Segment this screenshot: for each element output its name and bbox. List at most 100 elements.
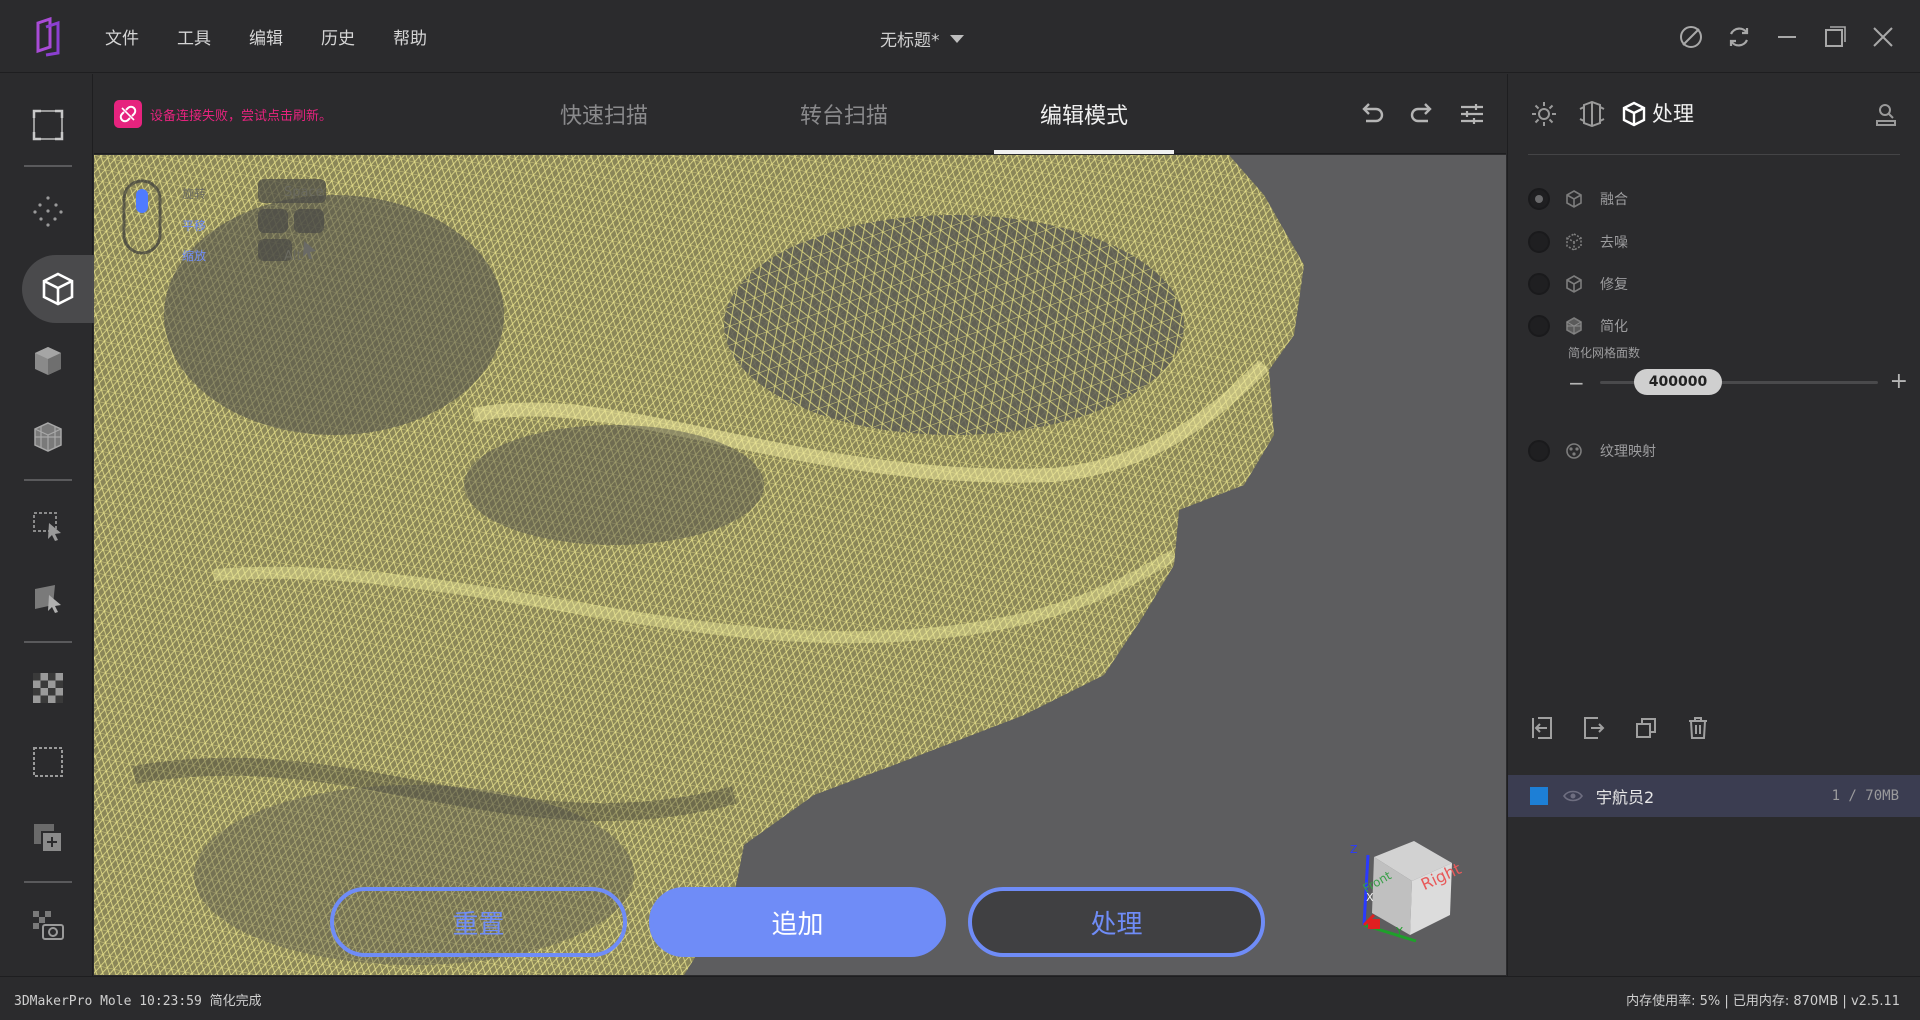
right-panel: 处理 融合 去噪 修复 简化 简化网格面数 − 400000 + 纹理映射 宇航… <box>1507 74 1920 976</box>
redo-icon[interactable] <box>1406 98 1438 130</box>
import-icon[interactable] <box>1528 714 1556 742</box>
box-select-icon[interactable] <box>24 502 72 550</box>
step-texture-mapping[interactable]: 纹理映射 <box>1528 436 1656 466</box>
crop-region-icon[interactable] <box>24 738 72 786</box>
left-toolbar <box>0 74 94 976</box>
export-file-icon[interactable] <box>1580 714 1608 742</box>
viewport-header: 设备连接失败，尝试点击刷新。 快速扫描 转台扫描 编辑模式 <box>94 74 1506 154</box>
step-texture-label: 纹理映射 <box>1600 444 1656 460</box>
hint-rotate: 旋转 <box>182 187 207 201</box>
fit-view-icon[interactable] <box>24 101 72 149</box>
fusion-cube-icon <box>1562 187 1586 211</box>
status-bar: 3DMakerPro Mole 10:23:59 简化完成 内存使用率: 5% … <box>0 976 1920 1020</box>
menu-edit[interactable]: 编辑 <box>230 24 302 49</box>
reset-button[interactable]: 重置 <box>330 887 627 957</box>
menu-bar: 文件 工具 编辑 历史 帮助 <box>86 24 446 49</box>
tab-turntable-scan[interactable]: 转台扫描 <box>724 74 964 154</box>
axis-x-label: X <box>1366 891 1374 904</box>
maximize-icon[interactable] <box>1820 22 1850 52</box>
simplify-mesh-label: 简化网格面数 <box>1568 346 1641 360</box>
3d-viewport[interactable]: 旋转 平移 缩放 Space Alt 重置 追加 处理 Front Right … <box>94 155 1506 975</box>
tab-quick-scan[interactable]: 快速扫描 <box>484 74 724 154</box>
tab-edit-mode[interactable]: 编辑模式 <box>964 74 1204 154</box>
increase-icon[interactable]: + <box>1890 369 1908 394</box>
document-title: 无标题* <box>880 31 940 51</box>
duplicate-icon[interactable] <box>1632 714 1660 742</box>
object-actions <box>1528 714 1712 742</box>
append-button[interactable]: 追加 <box>649 887 946 957</box>
step-repair[interactable]: 修复 <box>1528 269 1628 299</box>
lasso-select-icon[interactable] <box>24 574 72 622</box>
broken-link-icon <box>114 100 142 128</box>
point-cloud-icon[interactable] <box>24 187 72 235</box>
export-icon[interactable] <box>1872 100 1900 128</box>
add-layer-icon[interactable] <box>24 814 72 862</box>
step-denoise-radio[interactable] <box>1528 231 1550 253</box>
object-color-swatch[interactable] <box>1530 787 1548 805</box>
step-denoise[interactable]: 去噪 <box>1528 227 1628 257</box>
solid-mesh-icon[interactable] <box>24 337 72 385</box>
step-texture-radio[interactable] <box>1528 440 1550 462</box>
decrease-icon[interactable]: − <box>1568 371 1585 395</box>
menu-help[interactable]: 帮助 <box>374 24 446 49</box>
document-title-dropdown[interactable]: 无标题* <box>880 26 964 51</box>
panel-title: 处理 <box>1652 102 1694 126</box>
simplify-slider[interactable]: − 400000 + <box>1568 367 1908 397</box>
app-window: 文件 工具 编辑 历史 帮助 无标题* 设备连接失败，尝试点击刷新。 快速扫描 … <box>0 0 1920 1020</box>
step-simplify-label: 简化 <box>1600 319 1628 335</box>
denoise-cube-icon <box>1562 230 1586 254</box>
hint-pan: 平移 <box>182 219 207 233</box>
material-icon[interactable] <box>1578 100 1606 128</box>
menu-file[interactable]: 文件 <box>86 24 158 49</box>
step-simplify-radio[interactable] <box>1528 315 1550 337</box>
menu-tools[interactable]: 工具 <box>158 24 230 49</box>
step-fusion-radio[interactable] <box>1528 188 1550 210</box>
warning-text: 设备连接失败，尝试点击刷新。 <box>150 108 333 124</box>
panel-divider <box>1528 154 1900 155</box>
undo-icon[interactable] <box>1356 98 1388 130</box>
object-list-item[interactable]: 宇航员2 1 / 70MB <box>1508 775 1920 817</box>
step-fusion[interactable]: 融合 <box>1528 184 1628 214</box>
device-warning[interactable]: 设备连接失败，尝试点击刷新。 <box>114 100 332 128</box>
hint-zoom: 缩放 <box>182 249 207 263</box>
toolbar-separator <box>24 881 72 883</box>
memory-status: 内存使用率: 5% | 已用内存: 870MB | v2.5.11 <box>1626 994 1900 1009</box>
app-logo-icon <box>34 16 62 57</box>
step-fusion-label: 融合 <box>1600 192 1628 208</box>
checkerboard-icon[interactable] <box>24 664 72 712</box>
process-button[interactable]: 处理 <box>968 887 1265 957</box>
wireframe-mesh-icon[interactable] <box>22 255 94 323</box>
object-size: 1 / 70MB <box>1831 788 1899 804</box>
device-disconnected-icon[interactable] <box>1676 22 1706 52</box>
panel-header: 处理 <box>1508 74 1920 154</box>
visibility-eye-icon[interactable] <box>1562 787 1584 805</box>
hint-space-key: Space <box>284 185 324 200</box>
shaded-wire-icon[interactable] <box>24 413 72 461</box>
viewport-actions <box>1356 98 1488 130</box>
step-simplify[interactable]: 简化 <box>1528 311 1628 341</box>
caret-down-icon <box>949 34 964 43</box>
settings-sliders-icon[interactable] <box>1456 98 1488 130</box>
light-settings-icon[interactable] <box>1530 100 1558 128</box>
step-denoise-label: 去噪 <box>1600 235 1628 251</box>
texture-camera-icon[interactable] <box>24 902 72 950</box>
toolbar-separator <box>24 479 72 481</box>
minimize-icon[interactable] <box>1772 22 1802 52</box>
scan-action-buttons: 重置 追加 处理 <box>330 887 1265 957</box>
delete-icon[interactable] <box>1684 714 1712 742</box>
axis-z-label: Z <box>1350 843 1358 856</box>
object-name: 宇航员2 <box>1596 788 1655 807</box>
toolbar-separator <box>24 641 72 643</box>
status-message: 3DMakerPro Mole 10:23:59 简化完成 <box>14 994 262 1009</box>
refresh-icon[interactable] <box>1724 22 1754 52</box>
hint-alt-key: Alt <box>284 249 302 264</box>
process-cube-icon[interactable] <box>1620 100 1648 128</box>
repair-cube-icon <box>1562 272 1586 296</box>
close-icon[interactable] <box>1868 22 1898 52</box>
menu-history[interactable]: 历史 <box>302 24 374 49</box>
simplify-cube-icon <box>1562 314 1586 338</box>
slider-thumb-value[interactable]: 400000 <box>1634 369 1722 395</box>
step-repair-radio[interactable] <box>1528 273 1550 295</box>
step-repair-label: 修复 <box>1600 277 1628 293</box>
toolbar-separator <box>24 165 72 167</box>
